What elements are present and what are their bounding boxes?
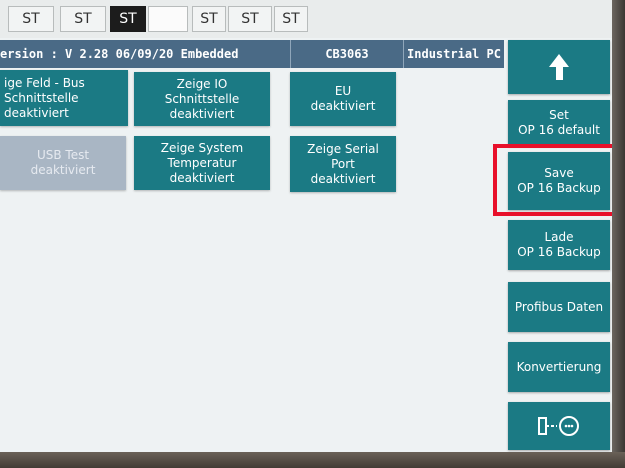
st-tab-1[interactable]: ST (8, 6, 54, 32)
eu-tile[interactable]: EU deaktiviert (290, 72, 396, 126)
button-line: Profibus Daten (514, 299, 604, 314)
tile-line: Zeige System (160, 140, 244, 155)
st-tab-4[interactable]: ST (192, 6, 226, 32)
status-tab-bar: ST ST ST ST ST ST (0, 0, 612, 38)
feldbus-interface-tile[interactable]: ige Feld - Bus Schnittstelle deaktiviert (0, 70, 128, 126)
tile-line: Schnittstelle (164, 91, 240, 106)
st-tab-6[interactable]: ST (274, 6, 308, 32)
konvertierung-button[interactable]: Konvertierung (508, 342, 610, 392)
tile-line: Schnittstelle (4, 90, 79, 105)
io-interface-tile[interactable]: Zeige IO Schnittstelle deaktiviert (134, 72, 270, 126)
lade-op16-backup-button[interactable]: Lade OP 16 Backup (508, 220, 610, 270)
version-info: ersion : V 2.28 06/09/20 Embedded (0, 40, 291, 68)
tile-line: Zeige Serial (307, 141, 379, 156)
device-id: CB3063 (291, 40, 404, 68)
network-connection-button[interactable] (508, 402, 610, 450)
button-line: Set (549, 108, 569, 122)
profibus-data-button[interactable]: Profibus Daten (508, 282, 610, 332)
scroll-up-button[interactable] (508, 40, 610, 94)
tile-line: Temperatur (167, 155, 237, 170)
system-temperature-tile[interactable]: Zeige System Temperatur deaktiviert (134, 136, 270, 190)
button-line: OP 16 Backup (517, 245, 601, 259)
blank-tab[interactable] (148, 6, 188, 32)
info-bar: ersion : V 2.28 06/09/20 Embedded CB3063… (0, 40, 504, 68)
set-op16-default-button[interactable]: Set OP 16 default (508, 100, 610, 146)
tile-line: deaktiviert (30, 163, 96, 177)
monitor-bezel-bottom (0, 452, 625, 468)
tile-line: EU (334, 84, 352, 98)
red-highlight-box (493, 144, 624, 216)
tile-line: deaktiviert (4, 105, 69, 120)
button-line: Lade (544, 230, 574, 244)
hmi-screen: ST ST ST ST ST ST ersion : V 2.28 06/09/… (0, 0, 612, 452)
network-connection-icon (538, 416, 579, 436)
serial-port-tile[interactable]: Zeige Serial Port deaktiviert (290, 136, 396, 192)
st-tab-5[interactable]: ST (228, 6, 272, 32)
st-tab-2[interactable]: ST (60, 6, 106, 32)
button-line: OP 16 default (518, 123, 600, 137)
monitor-bezel-right (612, 0, 625, 468)
tile-line: USB Test (36, 148, 90, 162)
tile-line: deaktiviert (310, 171, 376, 186)
device-type: Industrial PC (407, 47, 501, 61)
button-line: Konvertierung (516, 359, 602, 374)
st-tab-3-active[interactable]: ST (110, 6, 146, 32)
tile-line: Port (331, 156, 355, 171)
tile-line: deaktiviert (169, 106, 235, 121)
arrow-up-icon (549, 54, 569, 80)
tile-line: ige Feld - Bus (4, 75, 85, 90)
usb-test-tile: USB Test deaktiviert (0, 136, 126, 190)
tile-line: deaktiviert (169, 170, 235, 185)
tile-line: Zeige IO (176, 76, 228, 91)
tile-line: deaktiviert (310, 99, 376, 113)
